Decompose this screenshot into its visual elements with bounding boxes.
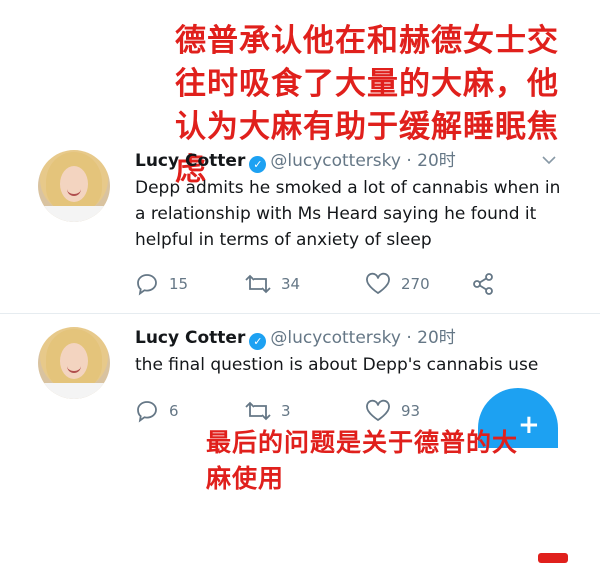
avatar[interactable]: [38, 327, 110, 399]
tweet-card-1[interactable]: Lucy Cotter ✓ @lucycottersky · 20时 Depp ad…: [0, 145, 600, 310]
reply-icon: [137, 274, 157, 296]
like-count: 270: [401, 275, 430, 293]
chevron-down-icon[interactable]: [542, 153, 556, 167]
tweet-header: Lucy Cotter ✓ @lucycottersky · 20时: [135, 326, 456, 350]
avatar[interactable]: [38, 150, 110, 222]
caption-bottom: 最后的问题是关于德普的大麻使用: [206, 428, 519, 493]
retweet-count: 3: [281, 402, 291, 420]
tweet-divider: [0, 313, 600, 314]
author-handle-time[interactable]: @lucycottersky · 20时: [270, 328, 455, 348]
heart-icon: [366, 272, 390, 295]
retweet-icon: [245, 274, 271, 294]
retweet-button[interactable]: 3: [245, 398, 291, 424]
heart-icon: [366, 399, 390, 422]
author-name[interactable]: Lucy Cotter: [135, 328, 245, 348]
reply-button[interactable]: 15: [135, 271, 188, 297]
retweet-count: 34: [281, 275, 301, 293]
reply-button[interactable]: 6: [135, 398, 179, 424]
tweet-text: Depp admits he smoked a lot of cannabis …: [135, 178, 561, 250]
verified-badge-icon: ✓: [249, 156, 267, 173]
like-button[interactable]: 270: [365, 271, 430, 297]
share-button[interactable]: [471, 271, 505, 297]
like-count: 93: [401, 402, 421, 420]
reply-icon: [137, 401, 157, 423]
reply-count: 15: [169, 275, 189, 293]
share-icon: [473, 273, 493, 295]
retweet-icon: [245, 401, 271, 421]
author-name[interactable]: Lucy Cotter: [135, 151, 245, 171]
verified-badge-icon: ✓: [249, 333, 267, 350]
tweet-text: the final question is about Depp's canna…: [135, 355, 539, 375]
author-handle-time[interactable]: @lucycottersky · 20时: [270, 151, 455, 171]
watermark-mark: [538, 553, 568, 563]
tweet-header: Lucy Cotter ✓ @lucycottersky · 20时: [135, 149, 456, 173]
like-button[interactable]: 93: [365, 398, 420, 424]
reply-count: 6: [169, 402, 179, 420]
tweet-actions: 15 34 270: [135, 271, 575, 297]
retweet-button[interactable]: 34: [245, 271, 300, 297]
